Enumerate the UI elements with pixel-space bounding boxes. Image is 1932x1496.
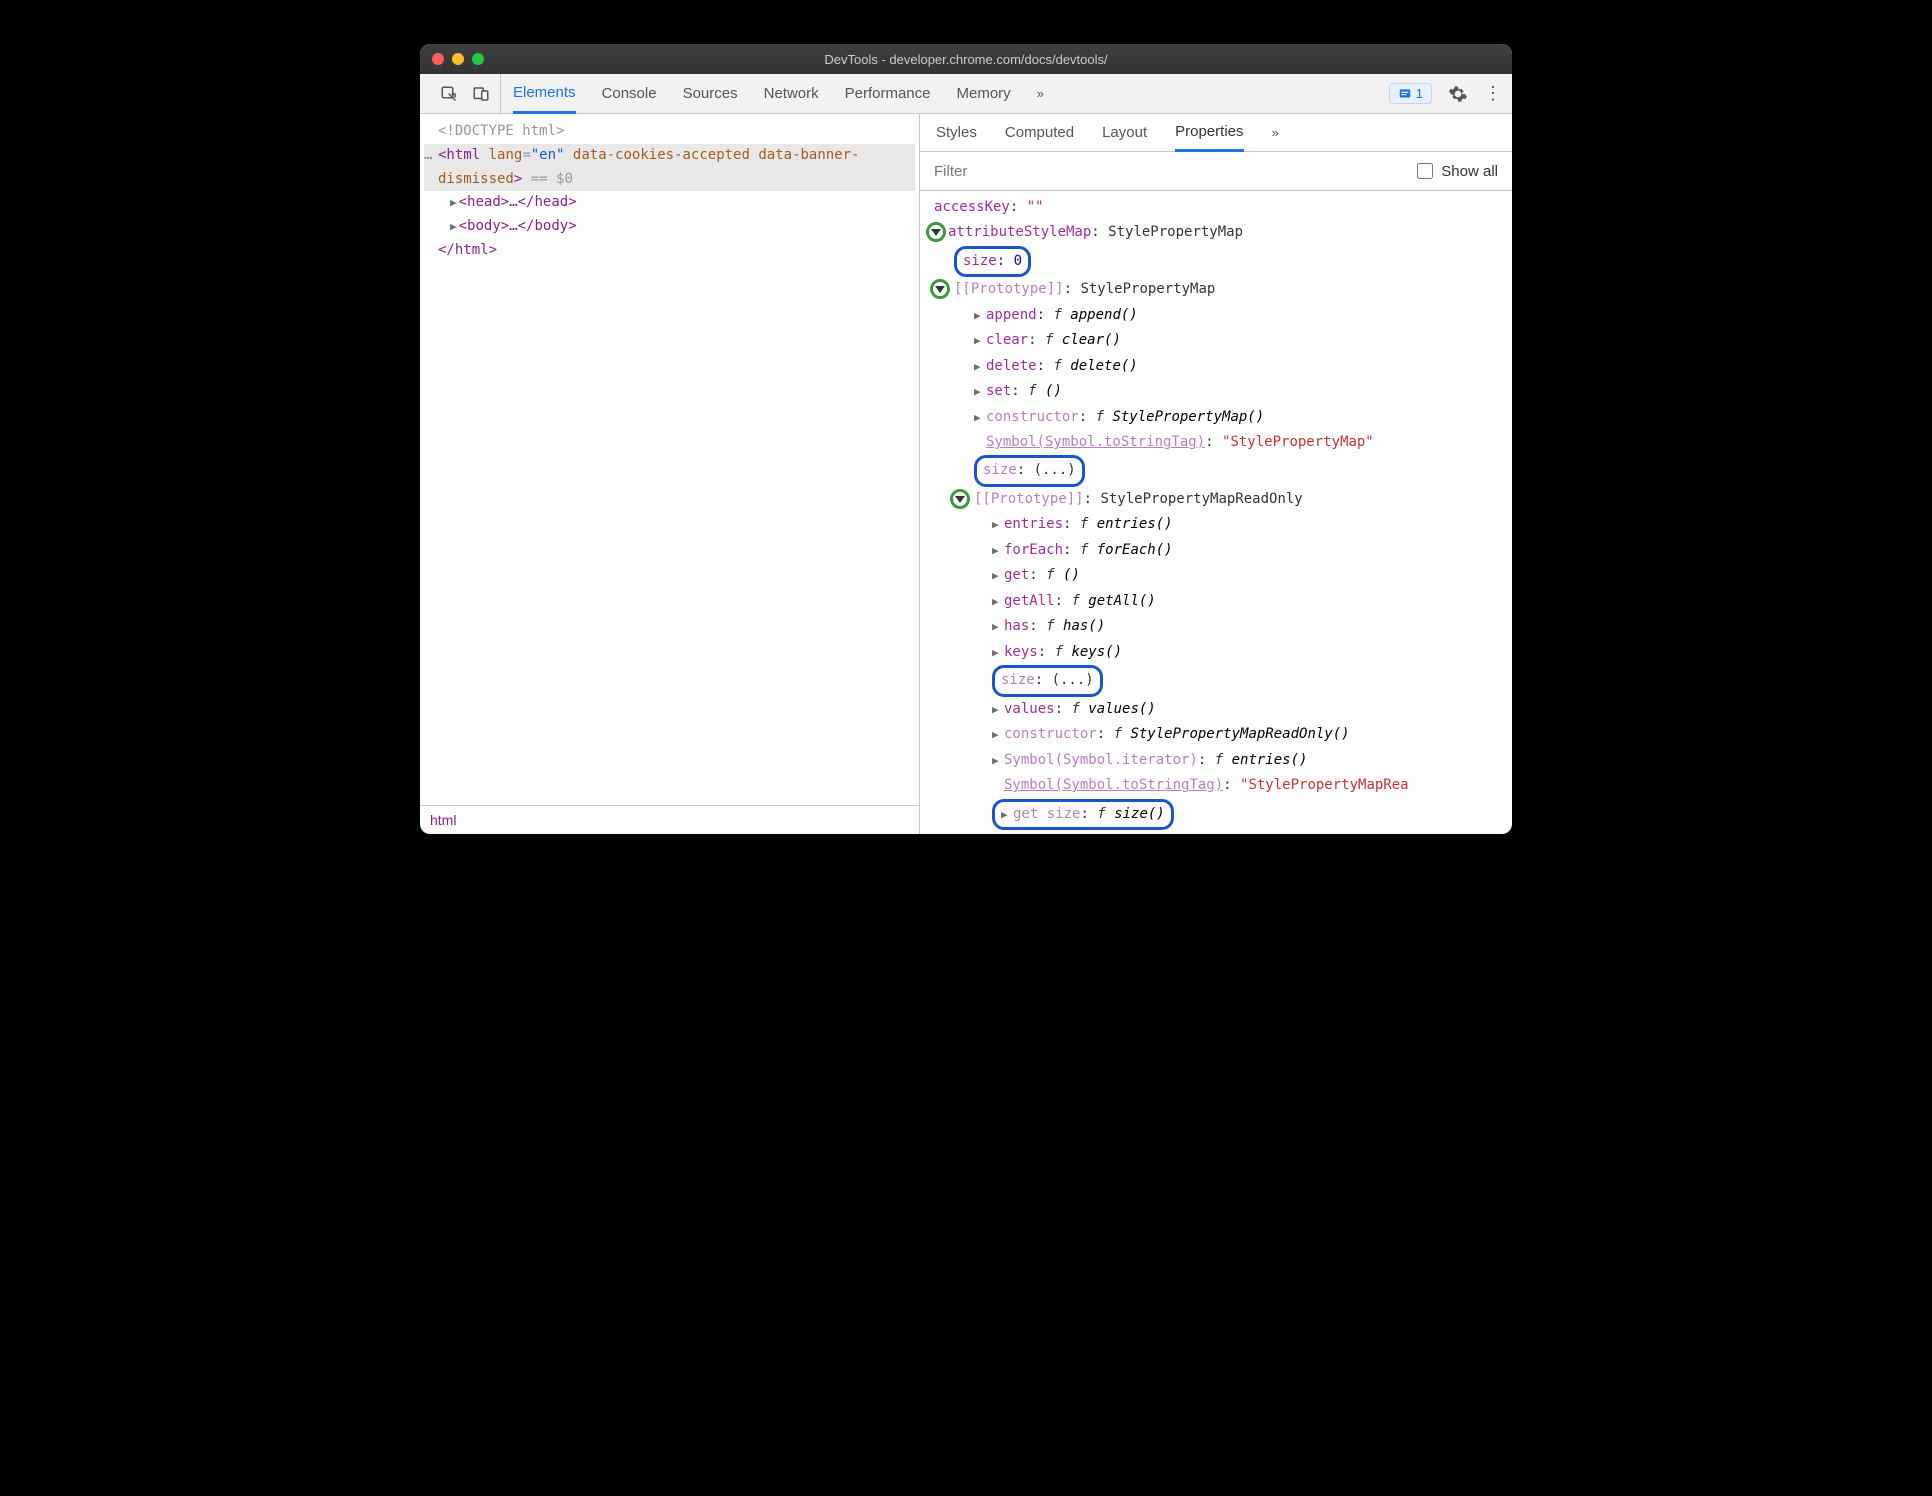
tabs-overflow-icon[interactable]: »	[1037, 74, 1044, 113]
prop-keys[interactable]: ▶keys: f keys()	[934, 640, 1512, 665]
filter-bar: Show all	[920, 152, 1512, 190]
prop-accesskey[interactable]: accessKey: ""	[934, 195, 1512, 220]
device-toggle-icon[interactable]	[472, 85, 490, 103]
properties-tree[interactable]: accessKey: "" attributeStyleMap: StylePr…	[920, 191, 1512, 834]
prop-size-ellipsis[interactable]: size: (...)	[934, 455, 1512, 486]
titlebar[interactable]: DevTools - developer.chrome.com/docs/dev…	[420, 44, 1512, 74]
prop-attributestylemap[interactable]: attributeStyleMap: StylePropertyMap	[934, 220, 1512, 245]
sidebar-tabs: Styles Computed Layout Properties »	[920, 114, 1512, 152]
prop-symbol-tag[interactable]: Symbol(Symbol.toStringTag): "StyleProper…	[934, 430, 1512, 455]
tab-performance[interactable]: Performance	[845, 74, 931, 113]
doctype[interactable]: <!DOCTYPE html>	[438, 123, 564, 139]
prop-delete[interactable]: ▶delete: f delete()	[934, 354, 1512, 379]
tab-elements[interactable]: Elements	[513, 75, 576, 114]
expand-icon[interactable]: ▶	[992, 515, 1004, 535]
prop-append[interactable]: ▶append: f append()	[934, 303, 1512, 328]
prop-foreach[interactable]: ▶forEach: f forEach()	[934, 538, 1512, 563]
prop-getall[interactable]: ▶getAll: f getAll()	[934, 589, 1512, 614]
prop-get-size[interactable]: ▶get size: f size()	[934, 799, 1512, 830]
expand-icon[interactable]: ▶	[992, 725, 1004, 745]
expand-icon[interactable]: ▶	[992, 541, 1004, 561]
elements-pane: <!DOCTYPE html> … <html lang="en" data-c…	[420, 114, 920, 834]
window-title: DevTools - developer.chrome.com/docs/dev…	[420, 52, 1512, 67]
subtab-computed[interactable]: Computed	[1005, 114, 1074, 151]
expand-icon[interactable]: ▶	[450, 220, 457, 233]
expand-icon[interactable]: ▶	[974, 408, 986, 428]
expanded-marker-icon[interactable]	[930, 279, 950, 299]
issues-icon	[1398, 87, 1412, 101]
issues-badge[interactable]: 1	[1389, 83, 1432, 104]
tab-memory[interactable]: Memory	[957, 74, 1011, 113]
prop-prototype[interactable]: [[Prototype]]: StylePropertyMapReadOnly	[934, 487, 1512, 512]
sidebar-pane: Styles Computed Layout Properties » Show…	[920, 114, 1512, 834]
dom-html-close[interactable]: </html>	[424, 239, 915, 263]
close-window-icon[interactable]	[432, 53, 444, 65]
filter-input[interactable]	[934, 163, 1405, 180]
prop-values[interactable]: ▶values: f values()	[934, 697, 1512, 722]
tab-network[interactable]: Network	[764, 74, 819, 113]
prop-prototype[interactable]: ▶[[Prototype]]: Object	[934, 830, 1512, 834]
prop-constructor[interactable]: ▶constructor: f StylePropertyMapReadOnly…	[934, 722, 1512, 747]
subtab-properties[interactable]: Properties	[1175, 115, 1243, 152]
prop-symbol-iterator[interactable]: ▶Symbol(Symbol.iterator): f entries()	[934, 748, 1512, 773]
expand-icon[interactable]: ▶	[992, 643, 1004, 663]
prop-has[interactable]: ▶has: f has()	[934, 614, 1512, 639]
issues-count: 1	[1416, 86, 1423, 101]
expand-icon[interactable]: ▶	[974, 331, 986, 351]
showall-checkbox[interactable]	[1417, 163, 1433, 179]
main-toolbar: Elements Console Sources Network Perform…	[420, 74, 1512, 114]
devtools-window: DevTools - developer.chrome.com/docs/dev…	[420, 44, 1512, 834]
expand-icon[interactable]: ▶	[992, 700, 1004, 720]
inspect-icon[interactable]	[440, 85, 458, 103]
window-controls	[432, 53, 484, 65]
expand-icon[interactable]: ▶	[992, 592, 1004, 612]
breadcrumb[interactable]: html	[420, 805, 919, 834]
tab-console[interactable]: Console	[602, 74, 657, 113]
expand-icon[interactable]: ▶	[974, 306, 986, 326]
prop-symbol-tag[interactable]: Symbol(Symbol.toStringTag): "StyleProper…	[934, 773, 1512, 798]
expand-icon[interactable]: ▶	[992, 751, 1004, 771]
expanded-marker-icon[interactable]	[950, 489, 970, 509]
prop-size[interactable]: size: 0	[934, 246, 1512, 277]
zoom-window-icon[interactable]	[472, 53, 484, 65]
dom-html-element[interactable]: … <html lang="en" data-cookies-accepted …	[424, 144, 915, 192]
panel-tabs: Elements Console Sources Network Perform…	[513, 74, 1389, 113]
prop-get[interactable]: ▶get: f ()	[934, 563, 1512, 588]
tab-sources[interactable]: Sources	[683, 74, 738, 113]
minimize-window-icon[interactable]	[452, 53, 464, 65]
showall-toggle[interactable]: Show all	[1417, 163, 1498, 180]
settings-icon[interactable]	[1448, 84, 1468, 104]
expand-icon[interactable]: ▶	[974, 382, 986, 402]
expand-icon[interactable]: ▶	[992, 566, 1004, 586]
subtab-styles[interactable]: Styles	[936, 114, 977, 151]
dom-head[interactable]: ▶<head>…</head>	[424, 191, 915, 215]
more-menu-icon[interactable]: ⋮	[1484, 83, 1502, 104]
prop-constructor[interactable]: ▶constructor: f StylePropertyMap()	[934, 405, 1512, 430]
expand-icon[interactable]: ▶	[992, 833, 1004, 834]
expand-icon[interactable]: ▶	[974, 357, 986, 377]
expand-icon[interactable]: ▶	[1001, 805, 1013, 825]
prop-size-ellipsis[interactable]: size: (...)	[934, 665, 1512, 696]
prop-prototype[interactable]: [[Prototype]]: StylePropertyMap	[934, 277, 1512, 302]
main-panes: <!DOCTYPE html> … <html lang="en" data-c…	[420, 114, 1512, 834]
prop-clear[interactable]: ▶clear: f clear()	[934, 328, 1512, 353]
dom-body[interactable]: ▶<body>…</body>	[424, 215, 915, 239]
subtab-layout[interactable]: Layout	[1102, 114, 1147, 151]
overflow-dots-icon: …	[424, 144, 432, 168]
prop-entries[interactable]: ▶entries: f entries()	[934, 512, 1512, 537]
dom-tree[interactable]: <!DOCTYPE html> … <html lang="en" data-c…	[420, 114, 919, 805]
expanded-marker-icon[interactable]	[926, 222, 946, 242]
subtabs-overflow-icon[interactable]: »	[1272, 114, 1279, 151]
prop-set[interactable]: ▶set: f ()	[934, 379, 1512, 404]
expand-icon[interactable]: ▶	[450, 196, 457, 209]
expand-icon[interactable]: ▶	[992, 617, 1004, 637]
selected-marker: == $0	[531, 171, 573, 187]
